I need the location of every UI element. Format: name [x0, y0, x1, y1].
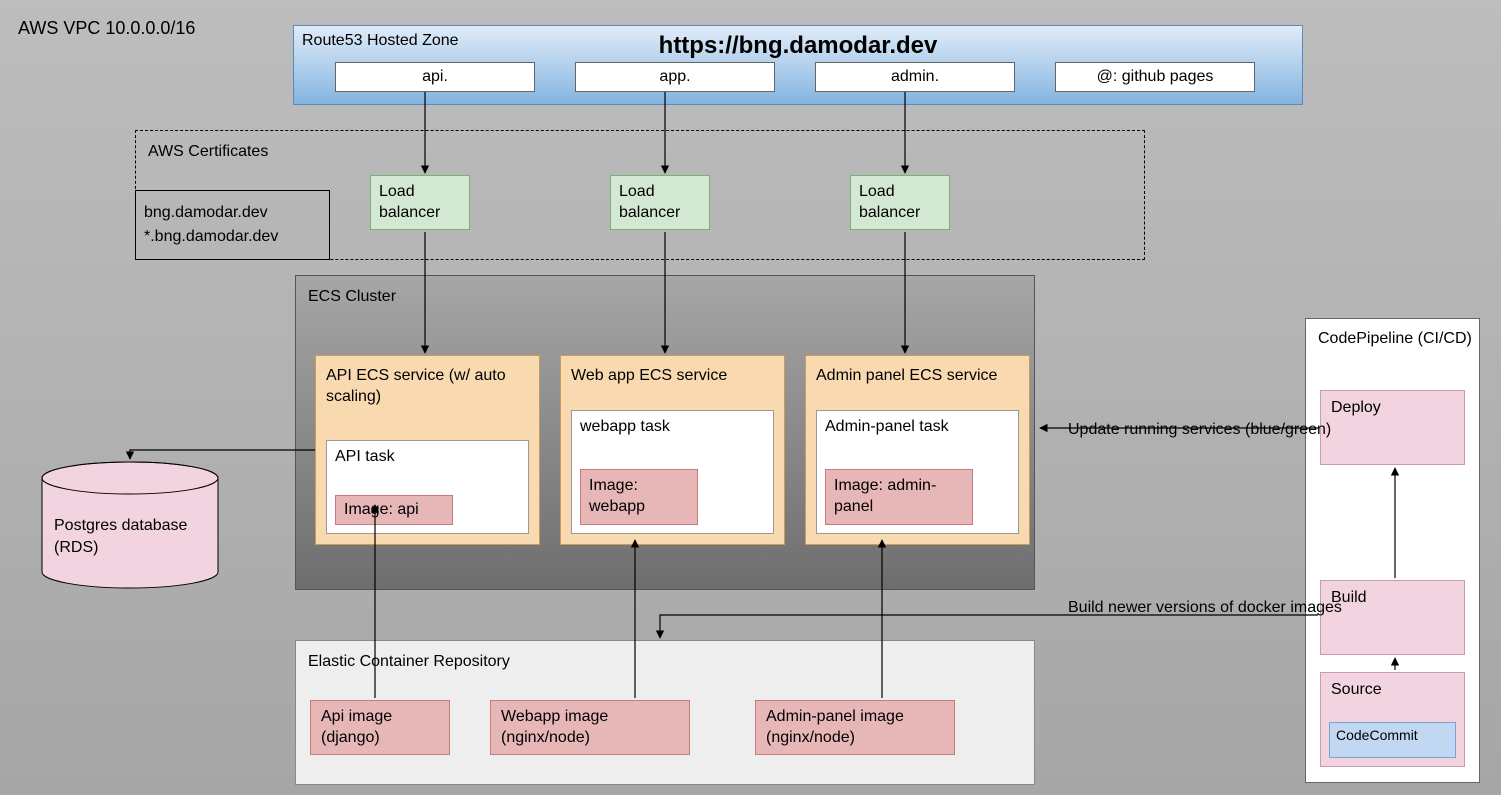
- route53-url: https://bng.damodar.dev: [294, 32, 1302, 60]
- vpc-label: AWS VPC 10.0.0.0/16: [18, 18, 195, 39]
- ecr-image-admin: Admin-panel image (nginx/node): [755, 700, 955, 755]
- task-api: API task Image: api: [326, 440, 529, 534]
- dns-admin: admin.: [815, 62, 1015, 92]
- service-api-title: API ECS service (w/ auto scaling): [326, 366, 529, 408]
- diagram-canvas: AWS VPC 10.0.0.0/16 Route53 Hosted Zone …: [0, 0, 1501, 795]
- ecs-title: ECS Cluster: [308, 288, 396, 306]
- label-update: Update running services (blue/green): [1068, 420, 1331, 441]
- task-admin-title: Admin-panel task: [825, 417, 1010, 438]
- stage-deploy: Deploy: [1320, 390, 1465, 465]
- image-admin: Image: admin-panel: [825, 469, 973, 525]
- ecr-image-webapp: Webapp image (nginx/node): [490, 700, 690, 755]
- task-admin: Admin-panel task Image: admin-panel: [816, 410, 1019, 534]
- service-api: API ECS service (w/ auto scaling) API ta…: [315, 355, 540, 545]
- pipeline-title: CodePipeline (CI/CD): [1318, 329, 1472, 350]
- stage-source-label: Source: [1331, 681, 1382, 698]
- cert-line2: *.bng.damodar.dev: [144, 225, 321, 249]
- rds: Postgres database (RDS): [40, 460, 220, 590]
- task-api-title: API task: [335, 447, 520, 468]
- task-webapp: webapp task Image: webapp: [571, 410, 774, 534]
- stage-source: Source CodeCommit: [1320, 672, 1465, 767]
- cert-domains: bng.damodar.dev *.bng.damodar.dev: [135, 190, 330, 260]
- dns-root: @: github pages: [1055, 62, 1255, 92]
- lb-admin: Load balancer: [850, 175, 950, 230]
- rds-line2: (RDS): [54, 537, 187, 559]
- task-webapp-title: webapp task: [580, 417, 765, 438]
- image-api: Image: api: [335, 495, 453, 525]
- dns-api: api.: [335, 62, 535, 92]
- service-admin-title: Admin panel ECS service: [816, 366, 1019, 387]
- ecr-image-api: Api image (django): [310, 700, 450, 755]
- codecommit: CodeCommit: [1329, 722, 1456, 758]
- dns-app: app.: [575, 62, 775, 92]
- service-admin: Admin panel ECS service Admin-panel task…: [805, 355, 1030, 545]
- image-webapp: Image: webapp: [580, 469, 698, 525]
- service-webapp-title: Web app ECS service: [571, 366, 774, 387]
- rds-line1: Postgres database: [54, 515, 187, 537]
- cert-line1: bng.damodar.dev: [144, 201, 321, 225]
- label-buildimg: Build newer versions of docker images: [1068, 598, 1342, 619]
- ecr-title: Elastic Container Repository: [308, 653, 510, 671]
- service-webapp: Web app ECS service webapp task Image: w…: [560, 355, 785, 545]
- lb-app: Load balancer: [610, 175, 710, 230]
- certs-title: AWS Certificates: [148, 143, 268, 161]
- lb-api: Load balancer: [370, 175, 470, 230]
